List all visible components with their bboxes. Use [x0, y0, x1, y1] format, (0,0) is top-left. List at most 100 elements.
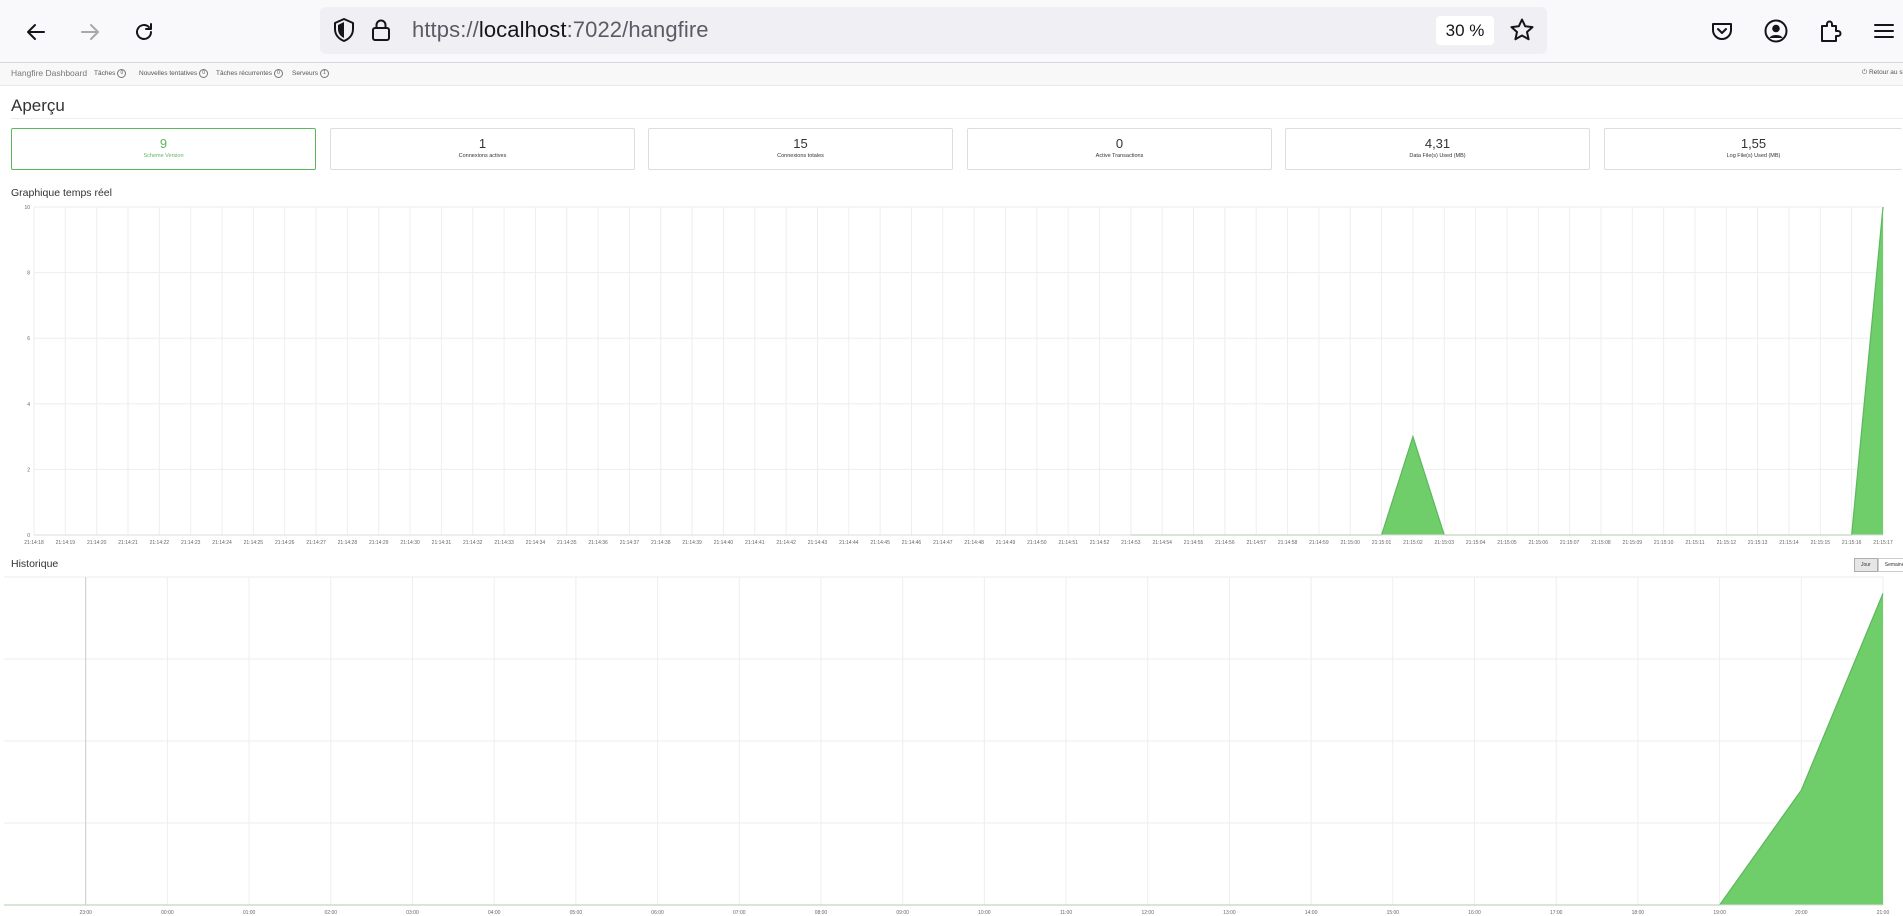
arrow-left-icon	[27, 24, 45, 40]
metric-schema-version[interactable]: 9 Scheme Version	[11, 128, 316, 170]
hangfire-navbar: Hangfire Dashboard Tâches 0 Nouvelles ten…	[0, 63, 1903, 86]
y-tick-label: 6	[27, 336, 30, 342]
x-tick-label: 12:00	[1141, 910, 1154, 916]
metric-active-connections[interactable]: 1 Connexions actives	[330, 128, 635, 170]
x-tick-label: 21:15:09	[1623, 540, 1643, 546]
nav-item-recurring-jobs[interactable]: Tâches récurrentes 0	[216, 69, 283, 78]
count-badge: 1	[320, 69, 330, 78]
x-tick-label: 21:14:59	[1309, 540, 1329, 546]
x-tick-label: 21:15:04	[1466, 540, 1486, 546]
browser-toolbar: https://localhost:7022/hangfire 30 %	[0, 0, 1903, 63]
metric-value: 15	[793, 136, 808, 151]
x-tick-label: 21:15:15	[1811, 540, 1831, 546]
x-tick-label: 21:15:17	[1873, 540, 1893, 546]
x-tick-label: 21:14:23	[181, 540, 201, 546]
url-text[interactable]: https://localhost:7022/hangfire	[412, 17, 709, 43]
x-tick-label: 21:14:24	[212, 540, 232, 546]
metric-label: Scheme Version	[143, 153, 184, 159]
x-tick-label: 08:00	[815, 910, 828, 916]
x-tick-label: 21:14:53	[1121, 540, 1141, 546]
x-tick-label: 21:15:03	[1435, 540, 1455, 546]
extensions-icon[interactable]	[1815, 16, 1845, 46]
x-tick-label: 21:14:39	[682, 540, 702, 546]
nav-item-servers[interactable]: Serveurs 1	[292, 69, 330, 78]
back-button[interactable]	[18, 14, 54, 50]
y-tick-label: 4	[27, 402, 30, 408]
x-tick-label: 16:00	[1468, 910, 1481, 916]
x-tick-label: 21:15:12	[1717, 540, 1737, 546]
shield-icon[interactable]	[332, 17, 356, 48]
x-tick-label: 21:14:31	[432, 540, 452, 546]
x-tick-label: 21:14:57	[1246, 540, 1266, 546]
x-tick-label: 15:00	[1387, 910, 1400, 916]
account-icon[interactable]	[1761, 16, 1791, 46]
url-bar[interactable]: https://localhost:7022/hangfire 30 %	[320, 7, 1547, 54]
url-path: :7022/hangfire	[566, 17, 709, 42]
realtime-chart: 0 2 4 6 8 10 21:14:18 21:14:19 21:14:20 21:14:21 2…	[24, 205, 1893, 546]
x-tick-label: 21:14:34	[526, 540, 546, 546]
y-tick-label: 0	[27, 533, 30, 539]
x-tick-label: 05:00	[570, 910, 583, 916]
x-tick-label: 21:14:27	[306, 540, 326, 546]
metric-active-transactions[interactable]: 0 Active Transactions	[967, 128, 1272, 170]
page-title: Aperçu	[11, 96, 65, 115]
x-tick-label: 21:14:28	[338, 540, 358, 546]
reload-button[interactable]	[126, 14, 162, 50]
x-tick-label: 13:00	[1223, 910, 1236, 916]
x-tick-label: 21:14:19	[56, 540, 76, 546]
count-badge: 0	[199, 69, 209, 78]
x-tick-label: 21:14:21	[118, 540, 138, 546]
x-tick-label: 21:14:30	[400, 540, 420, 546]
nav-item-label: Tâches récurrentes	[216, 70, 272, 78]
x-tick-label: 07:00	[733, 910, 746, 916]
x-tick-label: 21:15:10	[1654, 540, 1674, 546]
metric-value: 4,31	[1424, 136, 1451, 151]
x-tick-label: 21:14:42	[776, 540, 796, 546]
metric-data-files[interactable]: 4,31 Data File(s) Used (MB)	[1285, 128, 1590, 170]
x-tick-label: 17:00	[1550, 910, 1563, 916]
x-tick-label: 21:14:26	[275, 540, 295, 546]
title-divider	[11, 118, 1903, 119]
forward-button[interactable]	[72, 14, 108, 50]
metric-value: 9	[159, 136, 168, 151]
nav-item-retries[interactable]: Nouvelles tentatives 0	[139, 69, 209, 78]
x-tick-label: 03:00	[406, 910, 419, 916]
x-tick-label: 21:14:54	[1152, 540, 1172, 546]
star-icon[interactable]	[1509, 17, 1535, 48]
metric-total-connections[interactable]: 15 Connexions totales	[648, 128, 953, 170]
nav-item-jobs[interactable]: Tâches 0	[94, 69, 127, 78]
x-tick-label: 21:15:13	[1748, 540, 1768, 546]
lock-icon[interactable]	[370, 17, 392, 48]
count-badge: 0	[274, 69, 283, 78]
zoom-indicator[interactable]: 30 %	[1436, 16, 1494, 45]
x-tick-label: 21:14:56	[1215, 540, 1235, 546]
x-tick-label: 21:14:37	[620, 540, 640, 546]
x-tick-label: 04:00	[488, 910, 501, 916]
y-tick-label: 2	[27, 467, 30, 473]
x-tick-label: 21:14:50	[1027, 540, 1047, 546]
x-tick-label: 19:00	[1713, 910, 1726, 916]
nav-item-label: Tâches	[94, 70, 116, 78]
url-scheme: https://	[412, 17, 479, 42]
x-tick-label: 21:15:14	[1779, 540, 1799, 546]
x-tick-label: 21:14:20	[87, 540, 107, 546]
pocket-icon[interactable]	[1707, 16, 1737, 46]
back-to-site-label: Retour au s	[1868, 69, 1903, 76]
metric-log-files[interactable]: 1,55 Log File(s) Used (MB)	[1604, 128, 1902, 170]
x-tick-label: 21:14:40	[714, 540, 734, 546]
x-tick-label: 14:00	[1305, 910, 1318, 916]
metric-value: 1,55	[1740, 136, 1767, 151]
metric-label: Active Transactions	[1095, 153, 1144, 159]
nav-item-label: Nouvelles tentatives	[139, 70, 198, 78]
history-chart: 0510152023:0000:0001:0002:0003:0004:0005…	[0, 575, 1889, 916]
metric-label: Connexions actives	[458, 153, 507, 159]
hangfire-brand-link[interactable]: Hangfire Dashboard	[11, 68, 87, 78]
back-to-site-link[interactable]: ⏻ Retour au s	[1862, 69, 1903, 77]
x-tick-label: 21:14:35	[557, 540, 577, 546]
x-tick-label: 21:15:02	[1403, 540, 1423, 546]
menu-icon[interactable]	[1869, 16, 1899, 46]
history-chart-title: Historique	[11, 558, 59, 570]
x-tick-label: 10:00	[978, 910, 991, 916]
series-area	[4, 593, 1883, 905]
x-tick-label: 02:00	[325, 910, 338, 916]
